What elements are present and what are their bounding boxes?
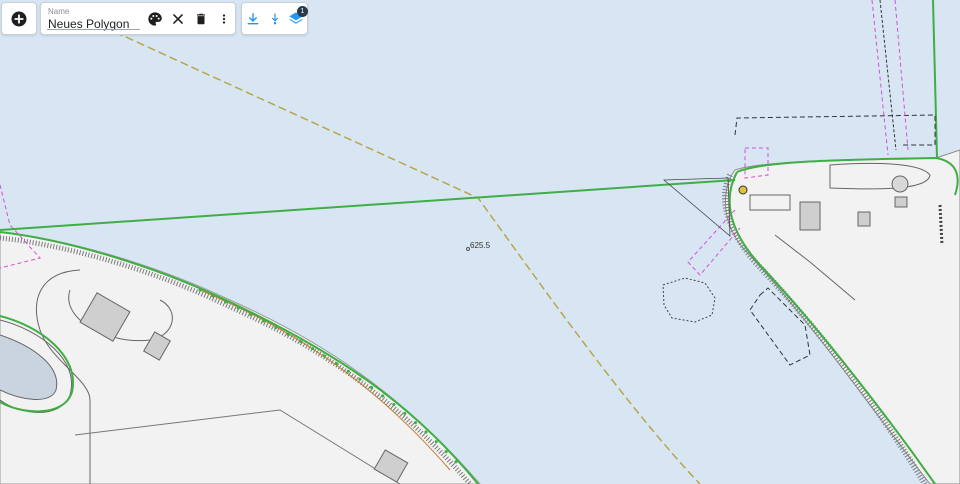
download-point-icon [271,12,278,24]
download-button[interactable] [242,8,264,30]
layer-tools-panel: 1 [241,2,308,35]
name-field[interactable]: Name Neues Polygon [47,4,140,33]
download-icon [247,12,259,24]
delete-icon [196,13,206,24]
building-east-1 [799,201,821,231]
marker-east [738,185,748,195]
more-vert-icon [222,13,226,24]
palette-icon [148,11,162,26]
feature-actions [144,8,235,30]
style-button[interactable] [144,8,166,30]
feature-name-panel: Name Neues Polygon [40,2,236,35]
elevation-label: 625.5 [470,241,491,250]
add-feature-button[interactable] [8,8,30,30]
building-east-5 [894,196,908,208]
cancel-button[interactable] [167,8,189,30]
layers-count-badge: 1 [297,6,308,17]
more-options-button[interactable] [213,8,235,30]
plus-circle-icon [11,11,27,26]
delete-button[interactable] [190,8,212,30]
name-field-label: Name [48,7,70,16]
name-field-underline [47,29,140,30]
close-icon [173,13,183,24]
building-east-4 [857,211,871,227]
add-feature-panel [1,2,37,35]
download-point-button[interactable] [264,8,286,30]
map-canvas[interactable]: 625.5 [0,0,960,484]
tank-east [891,175,909,193]
